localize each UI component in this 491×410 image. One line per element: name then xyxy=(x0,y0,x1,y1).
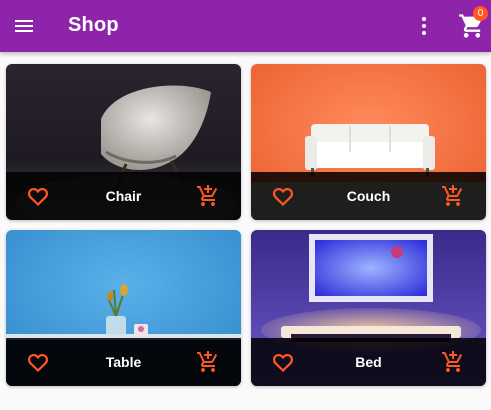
more-vert-icon[interactable] xyxy=(412,14,436,38)
app-title: Shop xyxy=(68,14,119,36)
card-footer: Couch xyxy=(251,172,486,220)
add-shopping-cart-icon[interactable] xyxy=(196,350,220,374)
product-card-table[interactable]: Table xyxy=(6,230,241,386)
product-card-couch[interactable]: Couch xyxy=(251,64,486,220)
cart-count-badge: 0 xyxy=(473,6,488,21)
add-shopping-cart-icon[interactable] xyxy=(196,184,220,208)
product-card-bed[interactable]: Bed xyxy=(251,230,486,386)
product-card-chair[interactable]: Chair xyxy=(6,64,241,220)
add-shopping-cart-icon[interactable] xyxy=(441,350,465,374)
card-footer: Bed xyxy=(251,338,486,386)
card-footer: Table xyxy=(6,338,241,386)
app-bar: Shop 0 xyxy=(0,0,491,52)
menu-icon[interactable] xyxy=(12,14,36,38)
add-shopping-cart-icon[interactable] xyxy=(441,184,465,208)
card-footer: Chair xyxy=(6,172,241,220)
